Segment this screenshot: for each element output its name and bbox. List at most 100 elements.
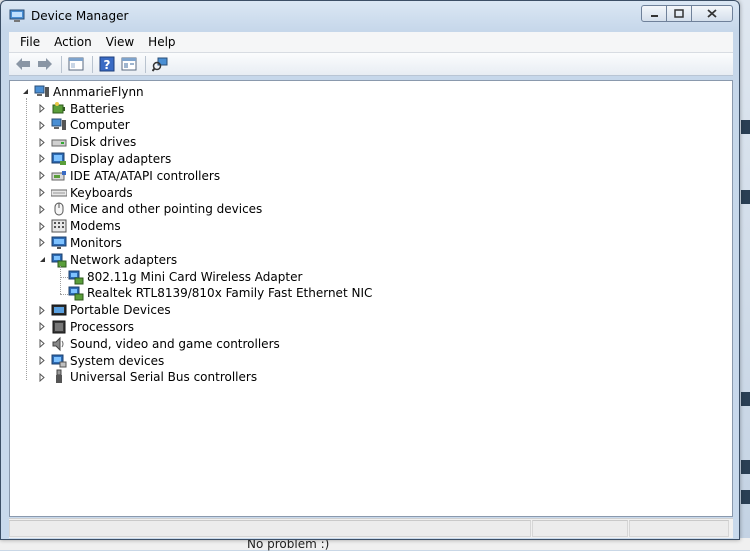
maximize-icon <box>674 9 684 18</box>
tree-item-label: Universal Serial Bus controllers <box>70 370 258 385</box>
help-button[interactable]: ? <box>97 54 117 74</box>
display-adapter-icon <box>51 152 66 165</box>
usb-icon <box>56 369 62 384</box>
properties-icon <box>121 57 137 71</box>
tree-item-label: Disk drives <box>70 135 137 150</box>
close-icon <box>707 9 717 18</box>
keyboard-icon <box>51 189 67 196</box>
tree-category[interactable]: Network adapters <box>38 251 177 268</box>
expand-icon[interactable] <box>38 120 47 130</box>
monitor-icon <box>51 236 67 249</box>
tree-item-label: Keyboards <box>70 185 133 200</box>
toolbar-separator <box>145 55 146 73</box>
maximize-button[interactable] <box>666 5 692 22</box>
toolbar-separator <box>61 55 62 73</box>
modem-icon <box>51 219 67 233</box>
window-title: Device Manager <box>31 9 129 23</box>
tree-category[interactable]: Modems <box>38 218 121 235</box>
expand-icon[interactable] <box>38 221 47 231</box>
menu-bar: File Action View Help <box>9 32 733 53</box>
tree-category[interactable]: Sound, video and game controllers <box>38 335 280 352</box>
tree-category[interactable]: Universal Serial Bus controllers <box>38 369 257 386</box>
status-bar-segment <box>9 520 531 537</box>
status-bar-segment <box>532 520 628 537</box>
expand-icon[interactable] <box>38 204 47 214</box>
tree-device[interactable]: Realtek RTL8139/810x Family Fast Etherne… <box>55 285 372 302</box>
tree-item-label: IDE ATA/ATAPI controllers <box>70 168 221 183</box>
expand-icon[interactable] <box>38 137 47 147</box>
expand-icon[interactable] <box>38 322 47 332</box>
tree-category[interactable]: IDE ATA/ATAPI controllers <box>38 167 220 184</box>
tree-category[interactable]: Disk drives <box>38 134 136 151</box>
tree-root-computer[interactable]: AnnmarieFlynn <box>21 83 144 100</box>
processor-icon <box>52 320 66 334</box>
tree-item-label: Sound, video and game controllers <box>70 336 280 351</box>
tree-category[interactable]: Display adapters <box>38 150 171 167</box>
show-hide-console-tree-button[interactable] <box>66 54 86 74</box>
minimize-button[interactable] <box>641 5 667 22</box>
network-adapter-icon <box>68 286 84 301</box>
expand-icon[interactable] <box>38 104 47 113</box>
menu-view[interactable]: View <box>99 35 141 49</box>
expand-icon[interactable] <box>38 238 47 248</box>
tree-category[interactable]: Mice and other pointing devices <box>38 201 262 218</box>
scan-hardware-changes-button[interactable] <box>150 54 170 74</box>
collapse-icon[interactable] <box>38 255 47 264</box>
svg-text:?: ? <box>104 58 111 72</box>
back-arrow-icon <box>16 58 30 70</box>
expand-icon[interactable] <box>38 356 47 365</box>
expand-icon[interactable] <box>38 305 47 315</box>
tree-item-label: Batteries <box>70 101 125 116</box>
system-devices-icon <box>51 354 67 367</box>
tree-category[interactable]: Keyboards <box>38 184 133 201</box>
tree-category[interactable]: Monitors <box>38 234 122 251</box>
device-manager-window: Device Manager File Action View Help ? A… <box>0 0 740 540</box>
minimize-icon <box>650 15 658 17</box>
tree-item-label: Monitors <box>70 235 122 250</box>
computer-icon <box>34 85 49 97</box>
tree-device[interactable]: 802.11g Mini Card Wireless Adapter <box>55 268 302 285</box>
forward-button[interactable] <box>35 54 55 74</box>
collapse-icon[interactable] <box>21 87 30 96</box>
device-tree[interactable]: AnnmarieFlynn Batteries Computer Disk drive… <box>9 80 733 517</box>
toolbar: ? <box>9 53 733 76</box>
console-tree-icon <box>68 57 84 71</box>
tree-item-label: Mice and other pointing devices <box>70 202 263 217</box>
toolbar-separator <box>92 55 93 73</box>
portable-device-icon <box>51 304 67 316</box>
tree-item-label: AnnmarieFlynn <box>53 84 144 99</box>
tree-category[interactable]: Processors <box>38 318 134 335</box>
properties-button[interactable] <box>119 54 139 74</box>
expand-icon[interactable] <box>38 154 47 164</box>
caption-buttons <box>641 5 733 22</box>
tree-item-label: Processors <box>70 319 135 334</box>
menu-action[interactable]: Action <box>47 35 99 49</box>
tree-category[interactable]: Portable Devices <box>38 302 171 319</box>
tree-item-label: Computer <box>70 118 130 133</box>
disk-drive-icon <box>51 139 67 147</box>
tree-category[interactable]: System devices <box>38 352 164 369</box>
tree-item-label: System devices <box>70 353 165 368</box>
expand-icon[interactable] <box>38 372 47 382</box>
help-icon: ? <box>99 56 115 72</box>
menu-help[interactable]: Help <box>141 35 182 49</box>
tree-category[interactable]: Computer <box>38 117 130 134</box>
expand-icon[interactable] <box>38 339 47 349</box>
expand-icon[interactable] <box>38 188 47 197</box>
ide-controller-icon <box>51 170 66 181</box>
network-adapter-icon <box>68 270 84 284</box>
expand-icon[interactable] <box>38 171 47 181</box>
tree-item-label: Realtek RTL8139/810x Family Fast Etherne… <box>87 286 373 301</box>
tree-item-label: Network adapters <box>70 252 178 267</box>
back-button[interactable] <box>13 54 33 74</box>
sound-icon <box>52 336 64 351</box>
tree-category[interactable]: Batteries <box>38 100 124 117</box>
menu-file[interactable]: File <box>9 35 47 49</box>
status-bar <box>9 518 733 538</box>
scan-hardware-icon <box>152 57 168 72</box>
device-manager-icon <box>9 9 25 22</box>
close-button[interactable] <box>691 5 733 22</box>
mouse-icon <box>54 202 64 216</box>
tree-item-label: Portable Devices <box>70 303 171 318</box>
tree-item-label: Display adapters <box>70 151 172 166</box>
